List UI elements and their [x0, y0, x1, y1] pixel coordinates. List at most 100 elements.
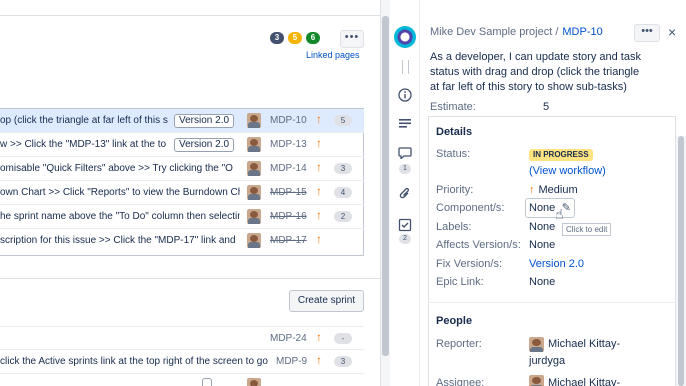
todo-count-badge: 3: [270, 32, 284, 44]
components-label: Component/s:: [436, 202, 505, 214]
priority-text: Medium: [538, 184, 578, 196]
issue-key[interactable]: MDP-13: [270, 139, 307, 150]
info-icon[interactable]: [397, 88, 413, 104]
issue-summary: scription for this issue >> Click the "M…: [0, 235, 236, 246]
issue-summary: he sprint name above the "To Do" column …: [0, 211, 240, 222]
status-lozenge[interactable]: IN PROGRESS: [529, 149, 593, 161]
fix-version-value[interactable]: Version 2.0: [529, 258, 584, 270]
priority-value[interactable]: ↑ Medium: [529, 184, 578, 196]
issue-row-mdp-14[interactable]: omisable "Quick Filters" above >> Try cl…: [0, 157, 364, 181]
estimate-badge: -: [334, 333, 352, 344]
backlog-scrollbar[interactable]: [380, 0, 390, 386]
backlog-scrollbar-thumb[interactable]: [382, 16, 389, 356]
priority-medium-icon: ↑: [316, 353, 322, 367]
project-avatar[interactable]: [394, 26, 416, 48]
assignee-avatar: [247, 137, 261, 152]
version-tag: Version 2.0: [174, 114, 235, 128]
backlog-row-mdp-24[interactable]: MDP-24 ↑ -: [0, 326, 364, 350]
breadcrumb: Mike Dev Sample project / MDP-10: [430, 26, 603, 38]
issue-summary: own Chart >> Click "Reports" to view the…: [0, 187, 240, 198]
assignee-avatar: [247, 378, 261, 386]
reporter-avatar: [529, 337, 544, 352]
backlog-row-mdp-9[interactable]: click the Active sprints link at the top…: [0, 350, 364, 374]
issue-summary: omisable "Quick Filters" above >> Try cl…: [0, 163, 233, 174]
estimate-label: Estimate:: [430, 101, 476, 113]
comment-count: 1: [399, 164, 411, 174]
click-to-edit-tooltip: Click to edit: [562, 223, 612, 236]
reporter-label: Reporter:: [436, 338, 482, 350]
estimate-badge: 3: [334, 163, 352, 174]
components-value: None: [529, 202, 556, 214]
view-workflow-link[interactable]: (View workflow): [529, 165, 606, 177]
assignee-avatar: [247, 113, 261, 128]
people-divider: [428, 302, 676, 303]
affects-version-value[interactable]: None: [529, 239, 555, 251]
priority-medium-icon: ↑: [529, 184, 535, 196]
issue-more-button[interactable]: •••: [634, 24, 660, 42]
close-icon[interactable]: ×: [668, 24, 676, 40]
backlog-divider: [0, 278, 380, 279]
assignee-avatar: [529, 375, 544, 386]
drag-handle-icon[interactable]: [402, 60, 409, 74]
people-heading: People: [436, 315, 473, 327]
epic-link-label: Epic Link:: [436, 276, 484, 288]
top-divider: [0, 15, 380, 16]
sprint-issue-list: op (click the triangle at far left of th…: [0, 108, 364, 256]
attachment-icon[interactable]: [397, 187, 413, 203]
estimate-badge: 2: [334, 211, 352, 222]
backlog-row-partial[interactable]: [0, 374, 364, 386]
labels-label: Labels:: [436, 221, 472, 233]
details-heading: Details: [436, 126, 473, 138]
components-edit-field[interactable]: None ✎: [525, 198, 575, 218]
issue-row-mdp-13[interactable]: w >> Click the "MDP-13" link at the to V…: [0, 133, 364, 157]
hand-cursor-icon: ☝: [555, 206, 564, 222]
issue-key[interactable]: MDP-24: [270, 333, 307, 344]
reporter-name-line1[interactable]: Michael Kittay-: [548, 338, 620, 350]
estimate-badge: 5: [334, 115, 352, 126]
subtasks-icon[interactable]: [397, 218, 413, 234]
comment-icon[interactable]: [397, 147, 413, 163]
issue-key[interactable]: MDP-10: [270, 115, 307, 126]
assignee-avatar: [247, 185, 261, 200]
issue-row-mdp-16[interactable]: he sprint name above the "To Do" column …: [0, 205, 364, 229]
assignee-avatar: [247, 161, 261, 176]
issue-key[interactable]: MDP-16: [270, 211, 307, 222]
estimate-badge: 4: [334, 187, 352, 198]
detail-scrollbar[interactable]: [676, 136, 686, 386]
description-icon[interactable]: [397, 118, 413, 134]
issue-summary: op (click the triangle at far left of th…: [0, 115, 168, 126]
sprint-more-button[interactable]: •••: [340, 30, 364, 48]
priority-medium-icon: ↑: [316, 184, 322, 198]
issue-key[interactable]: MDP-14: [270, 163, 307, 174]
epic-link-value[interactable]: None: [529, 276, 555, 288]
issue-summary: w >> Click the "MDP-13" link at the to: [0, 139, 167, 150]
issue-key[interactable]: MDP-9: [276, 356, 307, 367]
assignee-name[interactable]: Michael Kittay-: [548, 377, 620, 386]
issue-key[interactable]: MDP-17: [270, 235, 307, 246]
estimate-value[interactable]: 5: [543, 101, 549, 113]
priority-label: Priority:: [436, 184, 474, 196]
subtask-count: 2: [399, 234, 411, 244]
assignee-avatar: [247, 233, 261, 248]
inprogress-count-badge: 5: [288, 32, 302, 44]
priority-medium-icon: ↑: [316, 136, 322, 150]
issue-key[interactable]: MDP-15: [270, 187, 307, 198]
detail-scrollbar-thumb[interactable]: [678, 136, 684, 386]
issue-row-mdp-10[interactable]: op (click the triangle at far left of th…: [0, 109, 364, 133]
issue-row-mdp-17[interactable]: scription for this issue >> Click the "M…: [0, 229, 364, 253]
done-count-badge: 6: [306, 32, 320, 44]
issue-count-badges: 3 5 6: [270, 32, 320, 44]
version-tag: Version 2.0: [174, 138, 235, 152]
issue-detail-panel: 1 2 Mike Dev Sample project / MDP-10 ••• …: [390, 0, 686, 386]
labels-value[interactable]: None: [529, 221, 555, 233]
linked-pages-link[interactable]: Linked pages: [306, 50, 360, 60]
issue-summary-text[interactable]: As a developer, I can update story and t…: [430, 50, 650, 95]
issue-summary: click the Active sprints link at the top…: [0, 356, 268, 367]
create-sprint-button[interactable]: Create sprint: [289, 290, 364, 312]
issue-key-link[interactable]: MDP-10: [562, 26, 602, 38]
issue-row-mdp-15[interactable]: own Chart >> Click "Reports" to view the…: [0, 181, 364, 205]
reporter-name-line2[interactable]: jurdyga: [529, 355, 565, 367]
backlog-panel: 3 5 6 ••• Linked pages op (click the tri…: [0, 0, 380, 386]
project-link[interactable]: Mike Dev Sample project /: [430, 26, 558, 38]
priority-medium-icon: ↑: [316, 112, 322, 126]
